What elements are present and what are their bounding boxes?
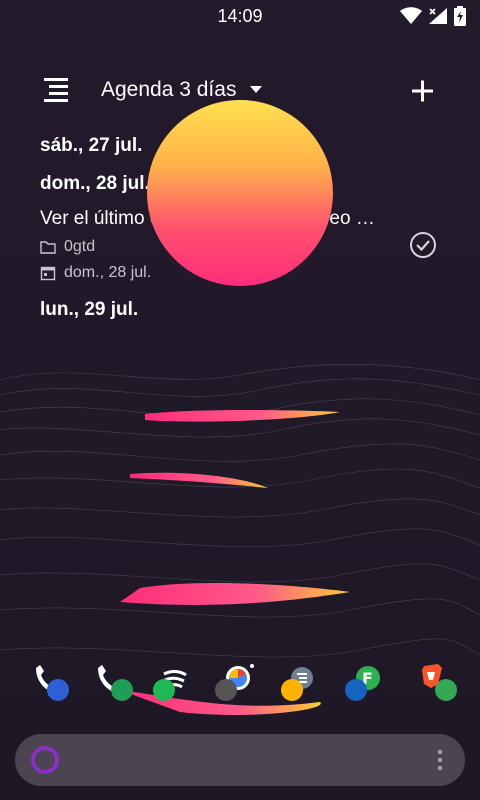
tasks-app-icon[interactable] <box>278 660 326 708</box>
calendar-icon <box>40 265 56 281</box>
signal-icon <box>428 7 448 30</box>
wifi-icon <box>400 7 422 30</box>
phone-dialer-contact-icon[interactable] <box>30 660 78 708</box>
add-task-button[interactable] <box>404 72 442 110</box>
cortana-ring-icon[interactable] <box>31 746 59 774</box>
search-bar[interactable] <box>15 734 465 786</box>
task-date: dom., 28 jul. <box>64 264 152 281</box>
folder-icon <box>40 239 56 255</box>
check-circle-icon[interactable] <box>408 230 438 260</box>
vertical-dots-icon[interactable] <box>437 748 443 772</box>
task-project: 0gtd <box>64 238 96 255</box>
chevron-down-icon[interactable] <box>250 86 262 93</box>
sun-graphic <box>147 100 333 286</box>
app-dock: F <box>0 660 480 710</box>
agenda-view-selector[interactable]: Agenda 3 días <box>101 78 236 102</box>
phone-call-icon[interactable] <box>92 660 140 708</box>
spotify-icon[interactable] <box>150 660 198 708</box>
battery-charging-icon <box>454 6 466 31</box>
feedly-icon[interactable]: F <box>342 660 390 708</box>
hamburger-menu-icon[interactable] <box>40 76 72 104</box>
chrome-icon[interactable] <box>212 660 260 708</box>
status-bar: 14:09 <box>0 0 480 32</box>
plus-icon <box>412 80 433 102</box>
brave-browser-icon[interactable] <box>416 660 464 708</box>
day-header[interactable]: lun., 29 jul. <box>40 292 460 330</box>
